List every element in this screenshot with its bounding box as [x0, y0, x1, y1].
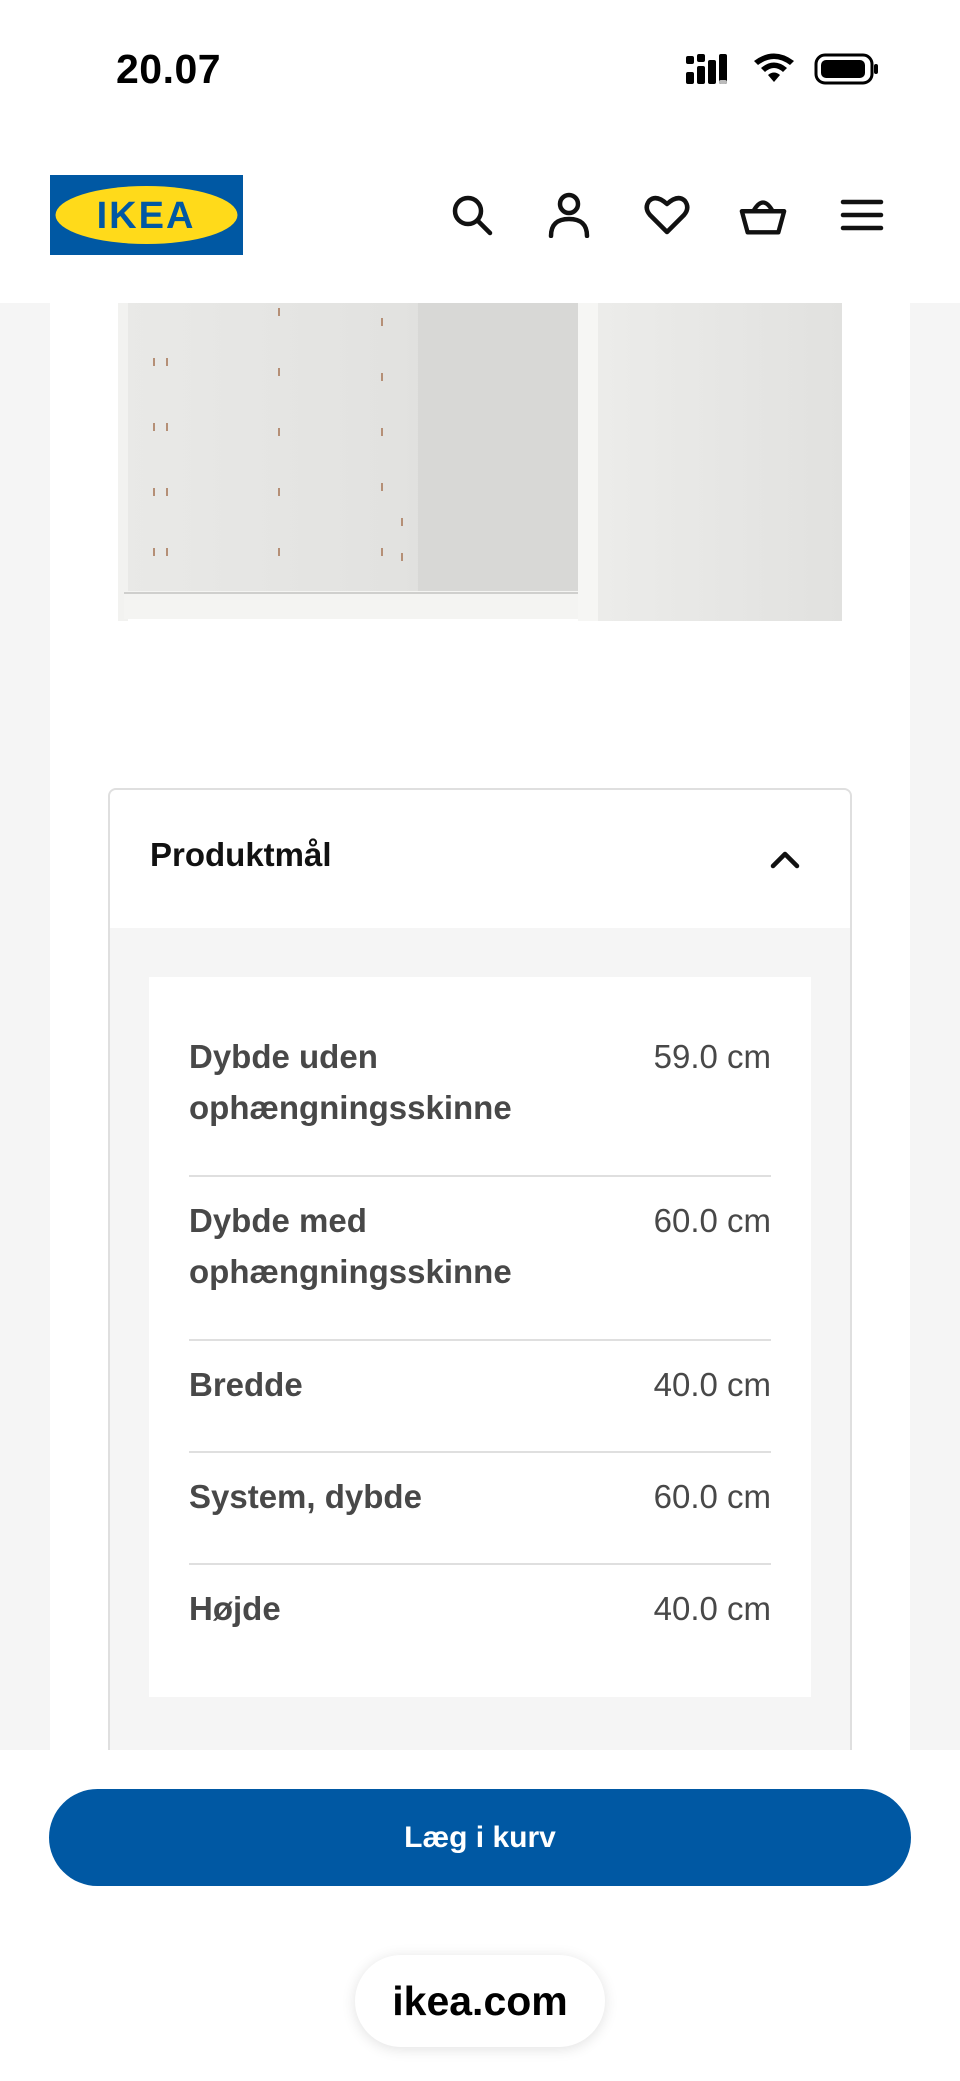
accordion-title: Produktmål [150, 836, 332, 873]
site-header: IKEA [0, 140, 960, 303]
divider [189, 1175, 771, 1177]
basket-icon[interactable] [738, 190, 788, 240]
menu-icon[interactable] [837, 190, 887, 240]
divider [189, 1563, 771, 1565]
dimension-value: 40.0 cm [653, 1366, 771, 1403]
product-image [118, 303, 842, 628]
dimension-value: 59.0 cm [653, 1038, 771, 1075]
status-icons [684, 52, 880, 86]
bottom-action-bar: Læg i kurv ikea.com [0, 1750, 960, 2081]
battery-icon [814, 53, 878, 85]
user-icon[interactable] [544, 190, 594, 240]
dimension-label: Dybde uden ophængningsskinne [189, 1038, 512, 1126]
wifi-icon [754, 53, 794, 82]
dimension-value: 40.0 cm [653, 1590, 771, 1627]
status-time: 20.07 [116, 46, 222, 92]
status-bar: 20.07 [0, 0, 960, 140]
divider [189, 1339, 771, 1341]
dimension-label: Dybde med ophængningsskinne [189, 1202, 512, 1290]
chevron-up-icon[interactable] [768, 842, 802, 876]
divider [189, 1451, 771, 1453]
heart-icon[interactable] [642, 190, 692, 240]
product-dimensions-accordion: Produktmål Dybde uden ophængningsskinne … [108, 788, 852, 1750]
dimensions-panel: Dybde uden ophængningsskinne 59.0 cm Dyb… [149, 977, 811, 1697]
browser-url-bar[interactable]: ikea.com [355, 1955, 605, 2047]
dimension-label: System, dybde [189, 1478, 422, 1515]
dimension-value: 60.0 cm [653, 1202, 771, 1239]
dimension-value: 60.0 cm [653, 1478, 771, 1515]
dimension-label: Bredde [189, 1366, 303, 1403]
accordion-header[interactable]: Produktmål [110, 790, 850, 928]
dimension-label: Højde [189, 1590, 281, 1627]
add-to-cart-button[interactable]: Læg i kurv [49, 1789, 911, 1886]
search-icon[interactable] [447, 190, 497, 240]
signal-icon [686, 54, 727, 84]
